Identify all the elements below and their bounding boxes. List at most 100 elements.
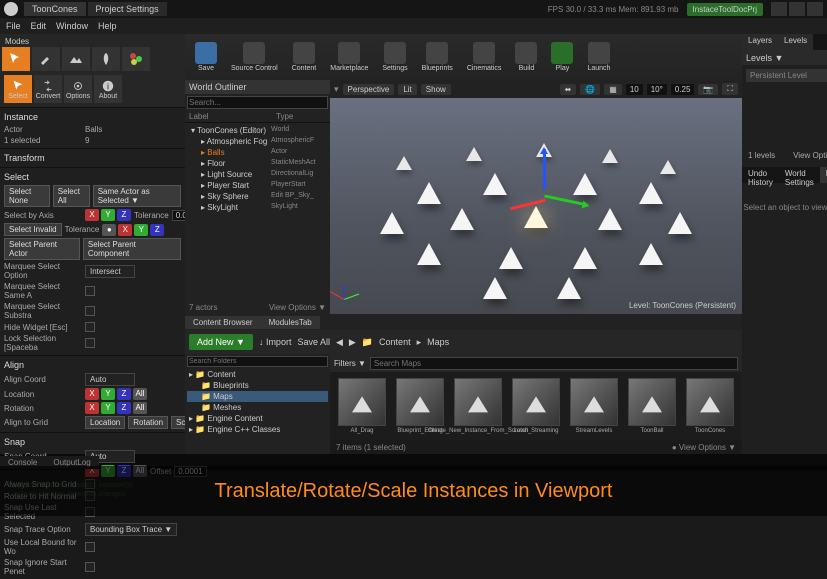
asset-grid[interactable]: All_DragBlueprint_EditingCreate_New_Inst… <box>330 372 742 440</box>
toolbar-launch-button[interactable]: Launch <box>581 40 616 74</box>
align-coord-dropdown[interactable]: Auto <box>85 373 135 386</box>
viewport-lit-button[interactable]: Lit <box>398 84 416 95</box>
maximize-button[interactable] <box>789 2 805 16</box>
minimize-button[interactable] <box>771 2 787 16</box>
content-tree-item[interactable]: ▸ 📁 Engine Content <box>187 413 328 424</box>
toolbar-save-button[interactable]: Save <box>189 40 223 74</box>
project-badge[interactable]: InstaceToolDocPrj <box>687 3 763 16</box>
local-bound-checkbox[interactable] <box>85 542 95 552</box>
viewport-3d[interactable]: Level: ToonCones (Persistent) <box>330 98 742 314</box>
select-parent-component-button[interactable]: Select Parent Component <box>83 238 181 260</box>
tab-levels[interactable]: Levels <box>778 34 813 50</box>
mode-geometry-icon[interactable] <box>122 47 150 71</box>
menu-edit[interactable]: Edit <box>31 21 47 31</box>
select-parent-actor-button[interactable]: Select Parent Actor <box>4 238 80 260</box>
toolbar-content-button[interactable]: Content <box>286 40 323 74</box>
content-tree-item[interactable]: 📁 Maps <box>187 391 328 402</box>
outliner-search-input[interactable] <box>187 96 328 109</box>
content-view-options[interactable]: ● View Options ▼ <box>672 443 736 452</box>
viewport-coord-space-icon[interactable]: 🌐 <box>580 84 600 95</box>
outliner-col-type[interactable]: Type <box>276 112 326 121</box>
outliner-item[interactable]: ▸ FloorStaticMeshAct <box>187 158 328 169</box>
align-location-axes[interactable]: XYZAll <box>85 388 147 400</box>
outliner-item[interactable]: ▸ Player StartPlayerStart <box>187 180 328 191</box>
mode-paint-icon[interactable] <box>32 47 60 71</box>
levels-dropdown-label[interactable]: Levels ▼ <box>746 53 783 63</box>
toolbar-cinematics-button[interactable]: Cinematics <box>461 40 508 74</box>
add-new-button[interactable]: Add New ▼ <box>189 334 253 350</box>
outliner-item[interactable]: ▸ SkyLightSkyLight <box>187 202 328 213</box>
select-same-actor-button[interactable]: Same Actor as Selected ▼ <box>93 185 181 207</box>
toolbar-blueprints-button[interactable]: Blueprints <box>416 40 459 74</box>
content-tree-item[interactable]: 📁 Blueprints <box>187 380 328 391</box>
nav-forward-icon[interactable]: ▶ <box>349 337 356 348</box>
align-rotation-axes[interactable]: XYZAll <box>85 402 147 414</box>
viewport-show-button[interactable]: Show <box>421 84 451 95</box>
viewport-maximize-icon[interactable]: ⛶ <box>722 83 738 95</box>
breadcrumb-content[interactable]: Content <box>379 337 411 347</box>
level-item-persistent[interactable]: Persistent Level <box>746 69 827 82</box>
tool-about-button[interactable]: iAbout <box>94 75 122 103</box>
select-none-button[interactable]: Select None <box>4 185 50 207</box>
tab-world-settings[interactable]: World Settings <box>779 167 820 183</box>
nav-back-icon[interactable]: ◀ <box>336 337 343 348</box>
menu-window[interactable]: Window <box>56 21 88 31</box>
breadcrumb-maps[interactable]: Maps <box>427 337 449 347</box>
filters-button[interactable]: Filters ▼ <box>334 359 366 368</box>
asset-item[interactable]: Blueprint_Editing <box>394 378 446 434</box>
viewport-transform-mode-icon[interactable]: ⬌ <box>560 84 577 95</box>
select-invalid-button[interactable]: Select Invalid <box>4 223 62 236</box>
import-button[interactable]: ↓ Import <box>259 337 292 347</box>
outliner-col-label[interactable]: Label <box>189 112 276 121</box>
asset-item[interactable]: StreamLevels <box>568 378 620 434</box>
tab-layers[interactable]: Layers <box>742 34 778 50</box>
content-tree-item[interactable]: 📁 Meshes <box>187 402 328 413</box>
viewport-surface-snap-icon[interactable]: ▦ <box>604 84 622 95</box>
outliner-item[interactable]: ▸ Light SourceDirectionalLig <box>187 169 328 180</box>
tolerance-axis-buttons[interactable]: ●XYZ <box>102 224 164 236</box>
mode-place-icon[interactable] <box>2 47 30 71</box>
asset-item[interactable]: Level_Streaming <box>510 378 562 434</box>
select-all-button[interactable]: Select All <box>53 185 90 207</box>
tab-modules[interactable]: ModulesTab <box>261 316 320 329</box>
tab-undo-history[interactable]: Undo History <box>742 167 779 183</box>
toolbar-source-control-button[interactable]: Source Control <box>225 40 284 74</box>
content-tree-search[interactable] <box>187 356 328 367</box>
marquee-substra-checkbox[interactable] <box>85 306 95 316</box>
asset-item[interactable]: ToonCones <box>684 378 736 434</box>
viewport-menu-icon[interactable]: ▾ <box>334 84 339 95</box>
align-grid-rotation-button[interactable]: Rotation <box>128 416 168 429</box>
outliner-view-options[interactable]: View Options ▼ <box>269 303 326 312</box>
tool-convert-button[interactable]: Convert <box>34 75 62 103</box>
lock-selection-checkbox[interactable] <box>85 338 95 348</box>
asset-item[interactable]: ToonBall <box>626 378 678 434</box>
outliner-item[interactable]: ▸ BallsActor <box>187 147 328 158</box>
asset-item[interactable]: All_Drag <box>336 378 388 434</box>
marquee-same-a-checkbox[interactable] <box>85 286 95 296</box>
outliner-item[interactable]: ▸ Atmospheric FogAtmosphericF <box>187 136 328 147</box>
toolbar-build-button[interactable]: Build <box>509 40 543 74</box>
select-axis-buttons[interactable]: XYZ <box>85 209 131 221</box>
trace-option-dropdown[interactable]: Bounding Box Trace ▼ <box>85 523 177 536</box>
toolbar-marketplace-button[interactable]: Marketplace <box>324 40 374 74</box>
toolbar-play-button[interactable]: Play <box>545 40 579 74</box>
outliner-tree[interactable]: ▾ ToonCones (Editor)World▸ Atmospheric F… <box>185 123 330 301</box>
menu-help[interactable]: Help <box>98 21 117 31</box>
viewport-grid-snap[interactable]: 10 <box>626 84 643 95</box>
tab-details[interactable]: Details <box>820 167 827 183</box>
tab-level[interactable]: ToonCones <box>24 2 86 16</box>
levels-view-options[interactable]: View Options ▼ <box>793 151 827 160</box>
viewport-scale-snap[interactable]: 0.25 <box>671 84 695 95</box>
menu-file[interactable]: File <box>6 21 21 31</box>
toolbar-settings-button[interactable]: Settings <box>376 40 413 74</box>
tool-select-button[interactable]: Select <box>4 75 32 103</box>
tool-options-button[interactable]: Options <box>64 75 92 103</box>
outliner-item[interactable]: ▸ Sky SphereEdit BP_Sky_ <box>187 191 328 202</box>
mode-foliage-icon[interactable] <box>92 47 120 71</box>
asset-item[interactable]: Create_New_Instance_From_Scratch <box>452 378 504 434</box>
tab-content-browser[interactable]: Content Browser <box>185 316 261 329</box>
marquee-option-dropdown[interactable]: Intersect <box>85 265 135 278</box>
hide-widget-checkbox[interactable] <box>85 322 95 332</box>
content-tree-item[interactable]: ▸ 📁 Content <box>187 369 328 380</box>
outliner-item[interactable]: ▾ ToonCones (Editor)World <box>187 125 328 136</box>
